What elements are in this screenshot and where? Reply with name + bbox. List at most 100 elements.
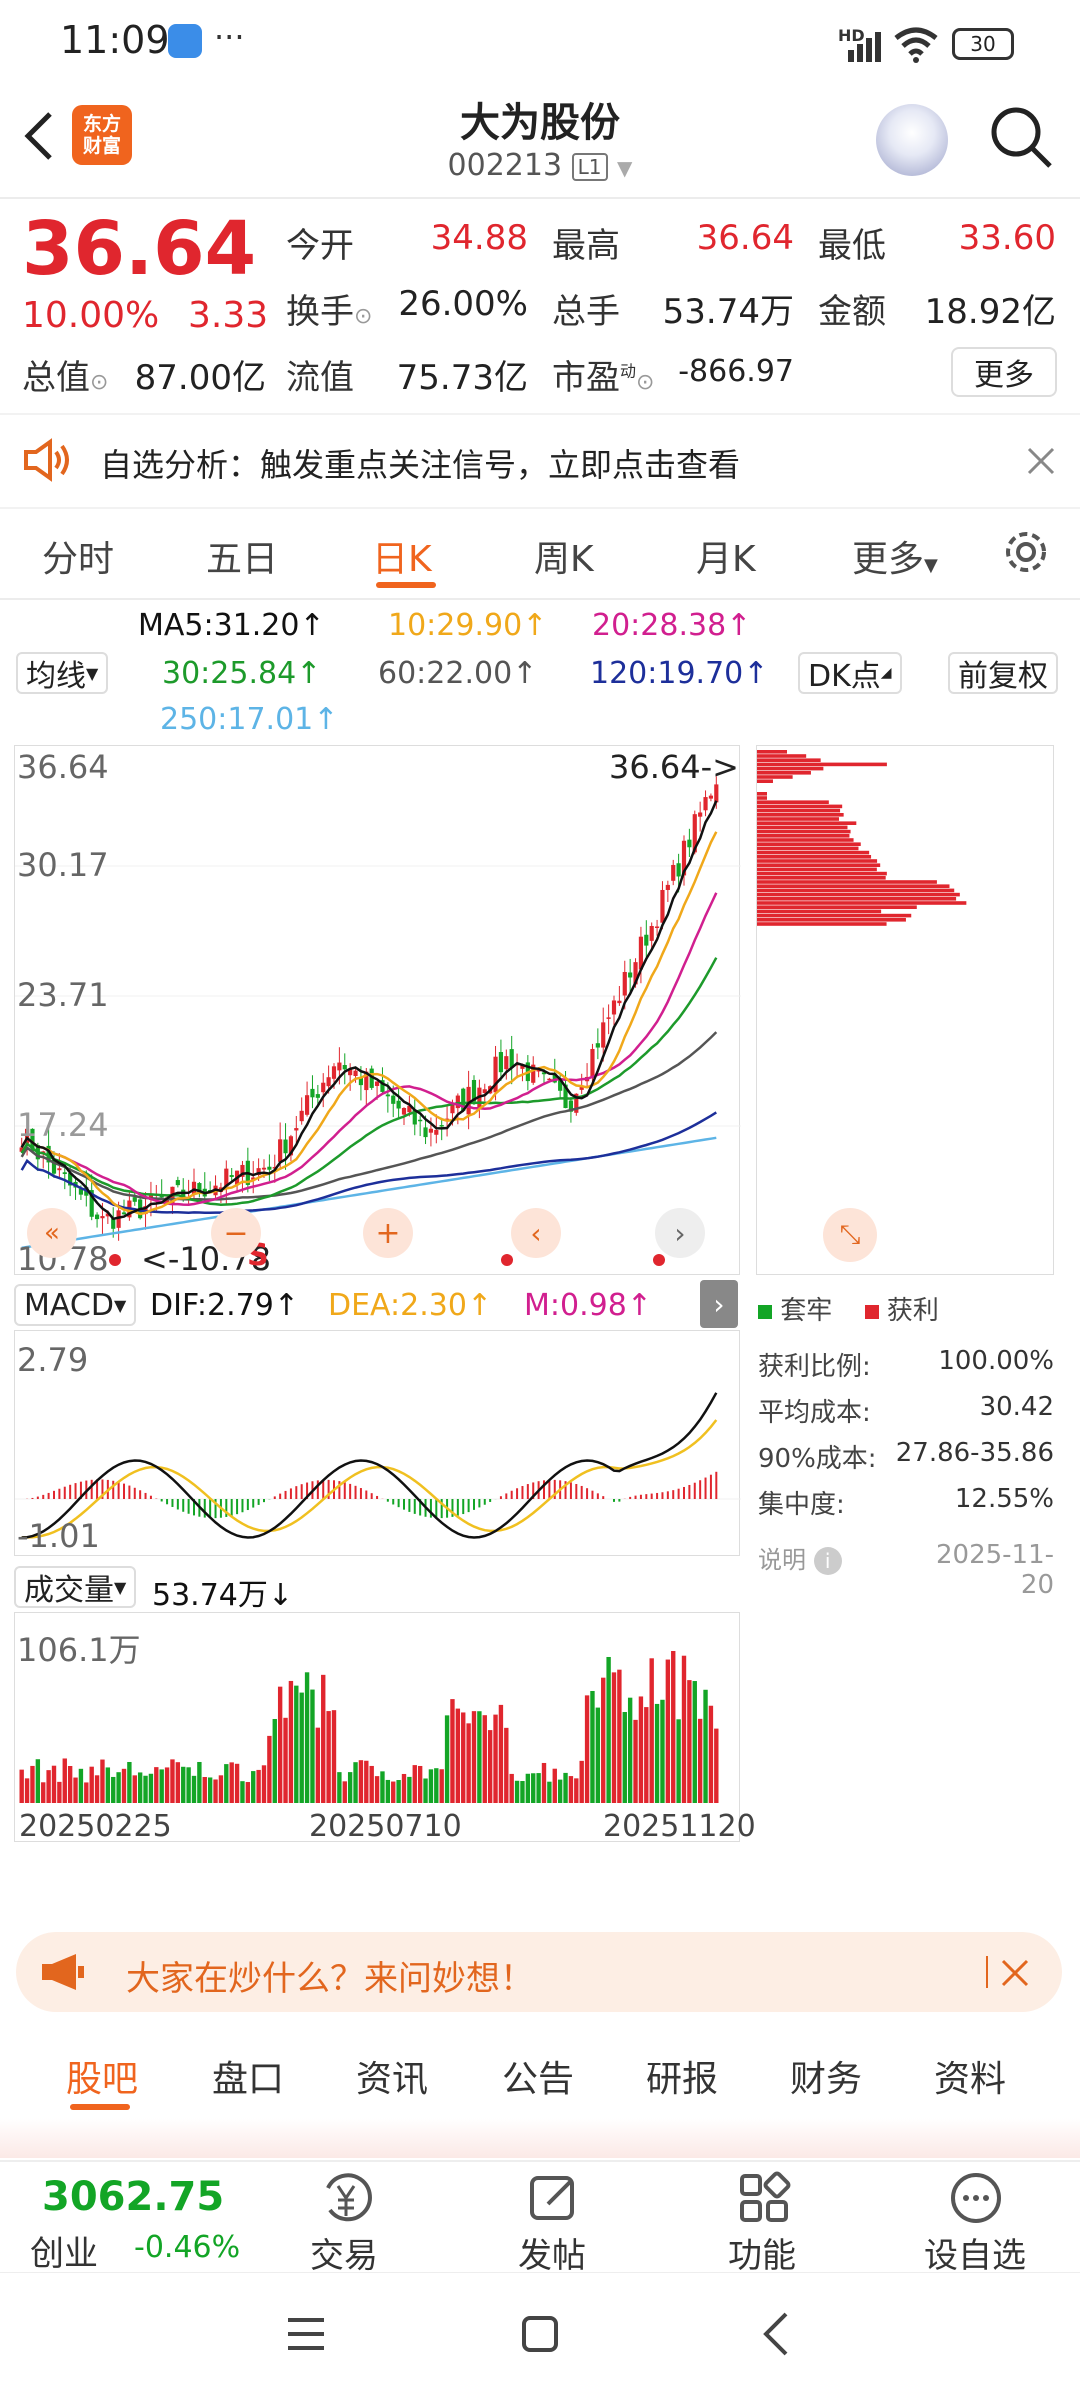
tab-guba[interactable]: 股吧 bbox=[66, 2050, 138, 2102]
volume-bar bbox=[283, 1717, 288, 1803]
tab-announcements[interactable]: 公告 bbox=[502, 2050, 574, 2102]
tab-research[interactable]: 研报 bbox=[646, 2050, 718, 2102]
info-dots-icon[interactable]: ⊙ bbox=[90, 370, 108, 395]
tab-weekly-k[interactable]: 周K bbox=[534, 530, 594, 582]
chip-row-value: 27.86-35.86 bbox=[895, 1438, 1054, 1468]
next-button[interactable]: › bbox=[655, 1208, 705, 1258]
indicator-selector[interactable]: 均线 ▼ bbox=[16, 652, 109, 694]
macd-bar bbox=[575, 1484, 578, 1499]
chip-note[interactable]: 说明 i bbox=[758, 1540, 842, 1575]
volume-bar bbox=[692, 1681, 697, 1803]
trade-yen-icon[interactable] bbox=[318, 2170, 374, 2226]
macd-bar bbox=[456, 1499, 459, 1516]
post-edit-icon[interactable] bbox=[526, 2170, 582, 2226]
adjust-button[interactable]: 前复权 bbox=[948, 652, 1058, 694]
candle-body bbox=[606, 1017, 611, 1019]
kline-panel[interactable]: 36.64 30.17 23.71 17.24 10.78 36.64-> <-… bbox=[14, 745, 741, 1278]
home-icon[interactable] bbox=[520, 2314, 560, 2354]
chip-row-value: 12.55% bbox=[954, 1484, 1054, 1514]
trade-label[interactable]: 交易 bbox=[310, 2228, 378, 2277]
close-icon[interactable] bbox=[1000, 1958, 1030, 1988]
menu-icon[interactable] bbox=[284, 2314, 328, 2354]
macd-bar bbox=[203, 1499, 206, 1518]
candle-body bbox=[57, 1168, 62, 1171]
macd-bar bbox=[580, 1485, 583, 1499]
volume-bar bbox=[132, 1775, 137, 1803]
macd-bar bbox=[656, 1492, 659, 1499]
watchlist-label[interactable]: 设自选 bbox=[924, 2228, 1026, 2277]
function-label[interactable]: 功能 bbox=[728, 2228, 796, 2277]
volume-bar bbox=[568, 1776, 574, 1803]
macd-bar bbox=[42, 1494, 45, 1499]
status-bar: 11:09 ··· HD 30 bbox=[0, 0, 1080, 90]
chip-bar bbox=[757, 918, 906, 922]
volume-bar bbox=[256, 1769, 261, 1803]
volume-bar bbox=[584, 1695, 590, 1803]
rewind-button[interactable]: « bbox=[27, 1208, 77, 1258]
app-root: { "status_bar": {"time": "11:09", "more_… bbox=[0, 0, 1080, 2400]
chip-distribution-panel[interactable]: ⤡ bbox=[756, 745, 1054, 1275]
expand-right-button[interactable]: › bbox=[700, 1280, 738, 1328]
volume-bar bbox=[601, 1677, 606, 1803]
settings-gear-icon[interactable] bbox=[1002, 528, 1050, 576]
prev-button[interactable]: ‹ bbox=[511, 1208, 561, 1258]
macd-bar bbox=[354, 1485, 357, 1499]
volume-panel[interactable]: 106.1万 20250225 20250710 20251120 bbox=[14, 1612, 756, 1844]
volume-bar bbox=[671, 1650, 676, 1803]
zoom-in-button[interactable]: + bbox=[363, 1208, 413, 1258]
banner-text[interactable]: 自选分析：触发重点关注信号，立即点击查看 bbox=[100, 440, 740, 486]
macd-panel[interactable]: 2.79 -1.01 bbox=[14, 1330, 741, 1556]
macd-bar bbox=[117, 1482, 120, 1499]
float-cap-label: 流值 bbox=[286, 358, 354, 398]
tab-five-day[interactable]: 五日 bbox=[206, 530, 278, 582]
ask-text[interactable]: 大家在炒什么？来问妙想！ bbox=[126, 1951, 534, 2000]
battery-level: 30 bbox=[970, 32, 996, 56]
post-label[interactable]: 发帖 bbox=[518, 2228, 586, 2277]
assistant-avatar[interactable] bbox=[876, 104, 948, 176]
index-name[interactable]: 创业 bbox=[30, 2226, 98, 2275]
expand-icon[interactable]: ⤡ bbox=[823, 1208, 877, 1262]
info-dots-icon[interactable]: ⊙ bbox=[354, 304, 372, 329]
macd-bar bbox=[403, 1499, 405, 1510]
zoom-out-button[interactable]: − bbox=[211, 1208, 261, 1258]
tab-profile[interactable]: 资料 bbox=[934, 2050, 1006, 2102]
chip-bar bbox=[757, 909, 882, 914]
add-watchlist-icon[interactable] bbox=[948, 2170, 1004, 2226]
info-dots-icon[interactable]: ⊙ bbox=[636, 370, 654, 395]
function-grid-icon[interactable] bbox=[736, 2170, 792, 2226]
candle-body bbox=[676, 863, 681, 877]
back-nav-icon[interactable] bbox=[758, 2310, 794, 2358]
chip-row-value: 100.00% bbox=[938, 1346, 1054, 1376]
tab-finance[interactable]: 财务 bbox=[790, 2050, 862, 2102]
tab-monthly-k[interactable]: 月K bbox=[696, 530, 756, 582]
tab-intraday[interactable]: 分时 bbox=[42, 530, 114, 582]
close-icon[interactable] bbox=[1026, 446, 1056, 476]
index-value[interactable]: 3062.75 bbox=[42, 2174, 224, 2220]
ma5-value: MA5:31.20↑ bbox=[138, 608, 325, 643]
macd-bar bbox=[284, 1490, 287, 1499]
volume-selector[interactable]: 成交量 ▼ bbox=[14, 1566, 137, 1608]
tab-daily-k[interactable]: 日K bbox=[372, 530, 432, 582]
index-change[interactable]: -0.46% bbox=[134, 2230, 240, 2265]
tab-more[interactable]: 更多▼ bbox=[852, 530, 938, 582]
candle-body bbox=[628, 972, 633, 978]
macd-bar bbox=[376, 1495, 379, 1499]
more-quote-button[interactable]: 更多 bbox=[951, 347, 1057, 397]
info-icon[interactable]: i bbox=[813, 1547, 842, 1575]
amount-value: 18.92亿 bbox=[924, 292, 1056, 332]
macd-bar bbox=[613, 1499, 615, 1502]
chip-bar bbox=[757, 905, 917, 909]
macd-selector[interactable]: MACD ▼ bbox=[14, 1284, 137, 1326]
volume-bar bbox=[105, 1767, 111, 1803]
caret-down-icon: ▼ bbox=[86, 663, 99, 683]
search-icon[interactable] bbox=[988, 104, 1054, 170]
macd-bar bbox=[650, 1493, 653, 1499]
macd-bar bbox=[591, 1490, 594, 1499]
dk-point-button[interactable]: DK点 ◢ bbox=[798, 652, 902, 694]
volume-bar bbox=[116, 1772, 121, 1803]
tab-pankou[interactable]: 盘口 bbox=[212, 2050, 284, 2102]
chip-bar bbox=[757, 825, 848, 830]
tab-news[interactable]: 资讯 bbox=[356, 2050, 428, 2102]
volume-bar bbox=[574, 1778, 579, 1803]
volume-bar bbox=[326, 1711, 331, 1803]
